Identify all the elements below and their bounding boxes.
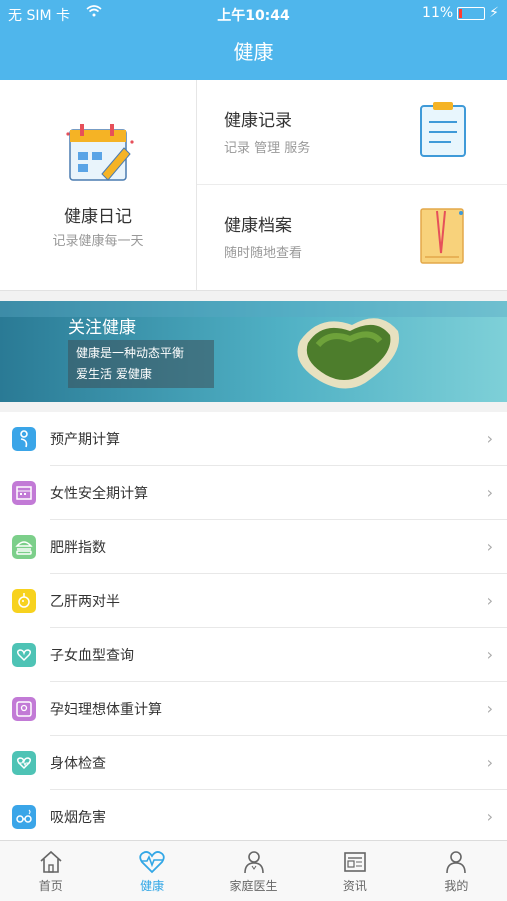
- chevron-right-icon: ›: [486, 699, 493, 718]
- chevron-right-icon: ›: [486, 537, 493, 556]
- chevron-right-icon: ›: [486, 753, 493, 772]
- tab-family-doctor[interactable]: 家庭医生: [203, 841, 304, 901]
- health-diary-title: 健康日记: [64, 207, 132, 227]
- list-item-label: 女性安全期计算: [50, 486, 148, 502]
- tools-list: 预产期计算 › 女性安全期计算 › 肥胖指数 › 乙肝两对半 › 子女血型查询 …: [0, 412, 507, 844]
- virus-icon: [12, 589, 36, 613]
- banner-title: 关注健康: [68, 318, 136, 338]
- battery-status: 11% ⚡: [422, 5, 499, 21]
- health-file-subtitle: 随时随地查看: [224, 246, 303, 261]
- health-banner[interactable]: 关注健康 健康是一种动态平衡 爱生活 爱健康: [0, 301, 507, 402]
- health-record-title: 健康记录: [224, 111, 292, 131]
- page-title: 健康: [233, 40, 274, 64]
- pregnancy-icon: [12, 427, 36, 451]
- tab-health[interactable]: 健康: [101, 841, 202, 901]
- list-item-label: 预产期计算: [50, 432, 120, 448]
- list-item-pregnancy-weight[interactable]: 孕妇理想体重计算 ›: [0, 682, 507, 736]
- list-item-label: 吸烟危害: [50, 810, 106, 826]
- battery-icon: [457, 6, 486, 20]
- clipboard-icon: [417, 100, 469, 164]
- tab-mine[interactable]: 我的: [406, 841, 507, 901]
- list-item-label: 孕妇理想体重计算: [50, 702, 162, 718]
- health-diary-card[interactable]: 健康日记 记录健康每一天: [0, 80, 197, 290]
- tab-news[interactable]: 资讯: [304, 841, 405, 901]
- list-item-blood-type[interactable]: 子女血型查询 ›: [0, 628, 507, 682]
- list-item-label: 子女血型查询: [50, 648, 134, 664]
- list-item-label: 乙肝两对半: [50, 594, 120, 610]
- file-icon: [417, 205, 469, 271]
- chevron-right-icon: ›: [486, 429, 493, 448]
- tab-label: 健康: [140, 879, 165, 893]
- burger-icon: [12, 535, 36, 559]
- charging-icon: ⚡: [489, 5, 499, 21]
- battery-percent: 11%: [422, 5, 454, 21]
- health-record-subtitle: 记录 管理 服务: [224, 141, 311, 156]
- list-item-obesity-index[interactable]: 肥胖指数 ›: [0, 520, 507, 574]
- tab-label: 家庭医生: [229, 879, 278, 893]
- health-file-card[interactable]: 健康档案 随时随地查看: [197, 185, 507, 289]
- top-panel: 健康日记 记录健康每一天 健康记录 记录 管理 服务 健康档案 随时随地查看: [0, 80, 507, 291]
- tab-home[interactable]: 首页: [0, 841, 101, 901]
- list-item-label: 肥胖指数: [50, 540, 106, 556]
- calendar-pen-icon: [66, 120, 136, 190]
- list-item-safe-period[interactable]: 女性安全期计算 ›: [0, 466, 507, 520]
- chevron-right-icon: ›: [486, 807, 493, 826]
- list-item-label: 身体检查: [50, 756, 106, 772]
- banner-line-2: 爱生活 爱健康: [76, 367, 152, 381]
- tab-label: 资讯: [342, 879, 367, 893]
- health-record-card[interactable]: 健康记录 记录 管理 服务: [197, 80, 507, 185]
- list-item-smoking-harm[interactable]: 吸烟危害 ›: [0, 790, 507, 844]
- smoking-icon: [12, 805, 36, 829]
- banner-caption-box: 健康是一种动态平衡 爱生活 爱健康: [68, 340, 214, 388]
- nav-bar: 健康: [0, 28, 507, 80]
- blood-type-icon: [12, 643, 36, 667]
- scale-icon: [12, 697, 36, 721]
- calendar-icon: [12, 481, 36, 505]
- health-diary-subtitle: 记录健康每一天: [52, 234, 144, 249]
- tab-label: 我的: [444, 879, 469, 893]
- chevron-right-icon: ›: [486, 591, 493, 610]
- list-item-body-checkup[interactable]: 身体检查 ›: [0, 736, 507, 790]
- tab-label: 首页: [38, 879, 63, 893]
- list-item-due-date[interactable]: 预产期计算 ›: [0, 412, 507, 466]
- chevron-right-icon: ›: [486, 483, 493, 502]
- status-bar: 无 SIM 卡 上午10:44 11% ⚡: [0, 0, 507, 28]
- chevron-right-icon: ›: [486, 645, 493, 664]
- checkup-icon: [12, 751, 36, 775]
- tab-bar: 首页 健康 家庭医生 资讯 我的: [0, 840, 507, 901]
- health-file-title: 健康档案: [224, 216, 292, 236]
- list-item-hepatitis-b[interactable]: 乙肝两对半 ›: [0, 574, 507, 628]
- banner-line-1: 健康是一种动态平衡: [76, 346, 185, 360]
